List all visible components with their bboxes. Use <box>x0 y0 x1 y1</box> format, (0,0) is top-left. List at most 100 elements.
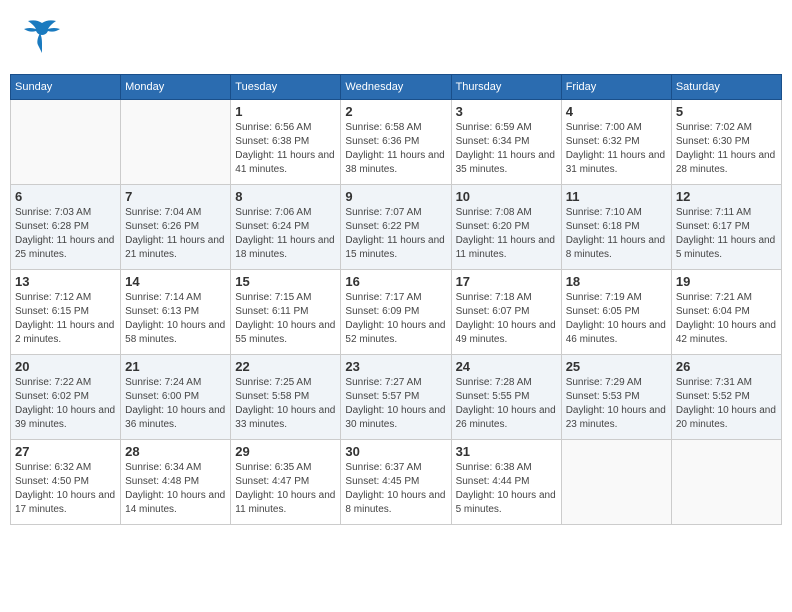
calendar-cell: 19Sunrise: 7:21 AMSunset: 6:04 PMDayligh… <box>671 270 781 355</box>
weekday-header-thursday: Thursday <box>451 75 561 100</box>
day-info: Sunrise: 7:08 AMSunset: 6:20 PMDaylight:… <box>456 206 557 262</box>
day-number: 11 <box>566 189 667 204</box>
day-number: 4 <box>566 104 667 119</box>
calendar-cell <box>121 100 231 185</box>
day-info: Sunrise: 7:18 AMSunset: 6:07 PMDaylight:… <box>456 291 557 347</box>
day-number: 5 <box>676 104 777 119</box>
day-number: 27 <box>15 444 116 459</box>
calendar-cell: 26 Sunrise: 7:31 AMSunset: 5:52 PMDayligh… <box>671 355 781 440</box>
calendar-week-3: 13 Sunrise: 7:12 AMSunset: 6:15 PMDayligh… <box>11 270 782 355</box>
day-number: 10 <box>456 189 557 204</box>
day-number: 25 <box>566 359 667 374</box>
calendar-cell: 8 Sunrise: 7:06 AMSunset: 6:24 PMDaylight… <box>231 185 341 270</box>
day-info: Sunrise: 7:02 AMSunset: 6:30 PMDaylight:… <box>676 121 777 177</box>
day-info: Sunrise: 7:28 AMSunset: 5:55 PMDaylight:… <box>456 376 557 432</box>
day-number: 3 <box>456 104 557 119</box>
weekday-header-wednesday: Wednesday <box>341 75 451 100</box>
day-info: Sunrise: 6:38 AMSunset: 4:44 PMDaylight:… <box>456 461 557 517</box>
calendar-cell <box>671 440 781 525</box>
calendar-cell: 1 Sunrise: 6:56 AMSunset: 6:38 PMDaylight… <box>231 100 341 185</box>
calendar-cell: 27Sunrise: 6:32 AMSunset: 4:50 PMDayligh… <box>11 440 121 525</box>
day-number: 31 <box>456 444 557 459</box>
day-number: 15 <box>235 274 336 289</box>
weekday-header-sunday: Sunday <box>11 75 121 100</box>
day-info: Sunrise: 7:06 AMSunset: 6:24 PMDaylight:… <box>235 206 336 262</box>
calendar-cell: 18Sunrise: 7:19 AMSunset: 6:05 PMDayligh… <box>561 270 671 355</box>
logo <box>20 15 66 59</box>
calendar-cell: 20Sunrise: 7:22 AMSunset: 6:02 PMDayligh… <box>11 355 121 440</box>
day-info: Sunrise: 6:59 AMSunset: 6:34 PMDaylight:… <box>456 121 557 177</box>
calendar-cell: 21Sunrise: 7:24 AMSunset: 6:00 PMDayligh… <box>121 355 231 440</box>
calendar-cell: 5 Sunrise: 7:02 AMSunset: 6:30 PMDaylight… <box>671 100 781 185</box>
weekday-header-saturday: Saturday <box>671 75 781 100</box>
calendar-cell: 30 Sunrise: 6:37 AMSunset: 4:45 PMDayligh… <box>341 440 451 525</box>
day-number: 8 <box>235 189 336 204</box>
calendar-cell: 31 Sunrise: 6:38 AMSunset: 4:44 PMDayligh… <box>451 440 561 525</box>
day-number: 17 <box>456 274 557 289</box>
day-number: 30 <box>345 444 446 459</box>
day-info: Sunrise: 7:17 AMSunset: 6:09 PMDaylight:… <box>345 291 446 347</box>
calendar-cell: 7 Sunrise: 7:04 AMSunset: 6:26 PMDaylight… <box>121 185 231 270</box>
day-info: Sunrise: 7:10 AMSunset: 6:18 PMDaylight:… <box>566 206 667 262</box>
calendar-cell: 29 Sunrise: 6:35 AMSunset: 4:47 PMDayligh… <box>231 440 341 525</box>
calendar-cell: 12 Sunrise: 7:11 AMSunset: 6:17 PMDayligh… <box>671 185 781 270</box>
weekday-header-monday: Monday <box>121 75 231 100</box>
day-number: 9 <box>345 189 446 204</box>
calendar-cell: 10 Sunrise: 7:08 AMSunset: 6:20 PMDayligh… <box>451 185 561 270</box>
calendar-cell: 25Sunrise: 7:29 AMSunset: 5:53 PMDayligh… <box>561 355 671 440</box>
calendar-cell <box>11 100 121 185</box>
calendar-cell: 11 Sunrise: 7:10 AMSunset: 6:18 PMDayligh… <box>561 185 671 270</box>
day-number: 7 <box>125 189 226 204</box>
day-number: 2 <box>345 104 446 119</box>
day-info: Sunrise: 6:35 AMSunset: 4:47 PMDaylight:… <box>235 461 336 517</box>
calendar-week-2: 6 Sunrise: 7:03 AMSunset: 6:28 PMDaylight… <box>11 185 782 270</box>
day-number: 6 <box>15 189 116 204</box>
day-info: Sunrise: 6:58 AMSunset: 6:36 PMDaylight:… <box>345 121 446 177</box>
day-info: Sunrise: 7:00 AMSunset: 6:32 PMDaylight:… <box>566 121 667 177</box>
day-number: 23 <box>345 359 446 374</box>
day-number: 24 <box>456 359 557 374</box>
day-info: Sunrise: 7:14 AMSunset: 6:13 PMDaylight:… <box>125 291 226 347</box>
day-info: Sunrise: 7:25 AMSunset: 5:58 PMDaylight:… <box>235 376 336 432</box>
calendar-cell: 6 Sunrise: 7:03 AMSunset: 6:28 PMDaylight… <box>11 185 121 270</box>
day-number: 12 <box>676 189 777 204</box>
day-info: Sunrise: 7:12 AMSunset: 6:15 PMDaylight:… <box>15 291 116 347</box>
day-info: Sunrise: 7:11 AMSunset: 6:17 PMDaylight:… <box>676 206 777 262</box>
calendar-week-1: 1 Sunrise: 6:56 AMSunset: 6:38 PMDaylight… <box>11 100 782 185</box>
calendar-cell: 14 Sunrise: 7:14 AMSunset: 6:13 PMDayligh… <box>121 270 231 355</box>
calendar-cell: 4 Sunrise: 7:00 AMSunset: 6:32 PMDaylight… <box>561 100 671 185</box>
day-number: 16 <box>345 274 446 289</box>
day-number: 1 <box>235 104 336 119</box>
day-number: 28 <box>125 444 226 459</box>
calendar-week-4: 20Sunrise: 7:22 AMSunset: 6:02 PMDayligh… <box>11 355 782 440</box>
day-number: 14 <box>125 274 226 289</box>
calendar-cell: 28 Sunrise: 6:34 AMSunset: 4:48 PMDayligh… <box>121 440 231 525</box>
day-number: 26 <box>676 359 777 374</box>
calendar-cell: 3 Sunrise: 6:59 AMSunset: 6:34 PMDaylight… <box>451 100 561 185</box>
day-number: 22 <box>235 359 336 374</box>
calendar-cell: 24 Sunrise: 7:28 AMSunset: 5:55 PMDayligh… <box>451 355 561 440</box>
calendar-cell: 23Sunrise: 7:27 AMSunset: 5:57 PMDayligh… <box>341 355 451 440</box>
calendar-cell: 2 Sunrise: 6:58 AMSunset: 6:36 PMDaylight… <box>341 100 451 185</box>
calendar-cell: 22 Sunrise: 7:25 AMSunset: 5:58 PMDayligh… <box>231 355 341 440</box>
page-header <box>10 10 782 64</box>
weekday-header-friday: Friday <box>561 75 671 100</box>
day-info: Sunrise: 6:56 AMSunset: 6:38 PMDaylight:… <box>235 121 336 177</box>
day-number: 13 <box>15 274 116 289</box>
calendar-cell: 9 Sunrise: 7:07 AMSunset: 6:22 PMDaylight… <box>341 185 451 270</box>
weekday-header-row: SundayMondayTuesdayWednesdayThursdayFrid… <box>11 75 782 100</box>
day-number: 18 <box>566 274 667 289</box>
calendar-cell: 16 Sunrise: 7:17 AMSunset: 6:09 PMDayligh… <box>341 270 451 355</box>
day-info: Sunrise: 7:31 AMSunset: 5:52 PMDaylight:… <box>676 376 777 432</box>
day-number: 29 <box>235 444 336 459</box>
weekday-header-tuesday: Tuesday <box>231 75 341 100</box>
calendar-week-5: 27Sunrise: 6:32 AMSunset: 4:50 PMDayligh… <box>11 440 782 525</box>
day-info: Sunrise: 7:07 AMSunset: 6:22 PMDaylight:… <box>345 206 446 262</box>
day-info: Sunrise: 7:04 AMSunset: 6:26 PMDaylight:… <box>125 206 226 262</box>
day-info: Sunrise: 7:03 AMSunset: 6:28 PMDaylight:… <box>15 206 116 262</box>
day-info: Sunrise: 7:15 AMSunset: 6:11 PMDaylight:… <box>235 291 336 347</box>
day-number: 21 <box>125 359 226 374</box>
day-info: Sunrise: 6:34 AMSunset: 4:48 PMDaylight:… <box>125 461 226 517</box>
calendar-table: SundayMondayTuesdayWednesdayThursdayFrid… <box>10 74 782 525</box>
day-info: Sunrise: 6:37 AMSunset: 4:45 PMDaylight:… <box>345 461 446 517</box>
